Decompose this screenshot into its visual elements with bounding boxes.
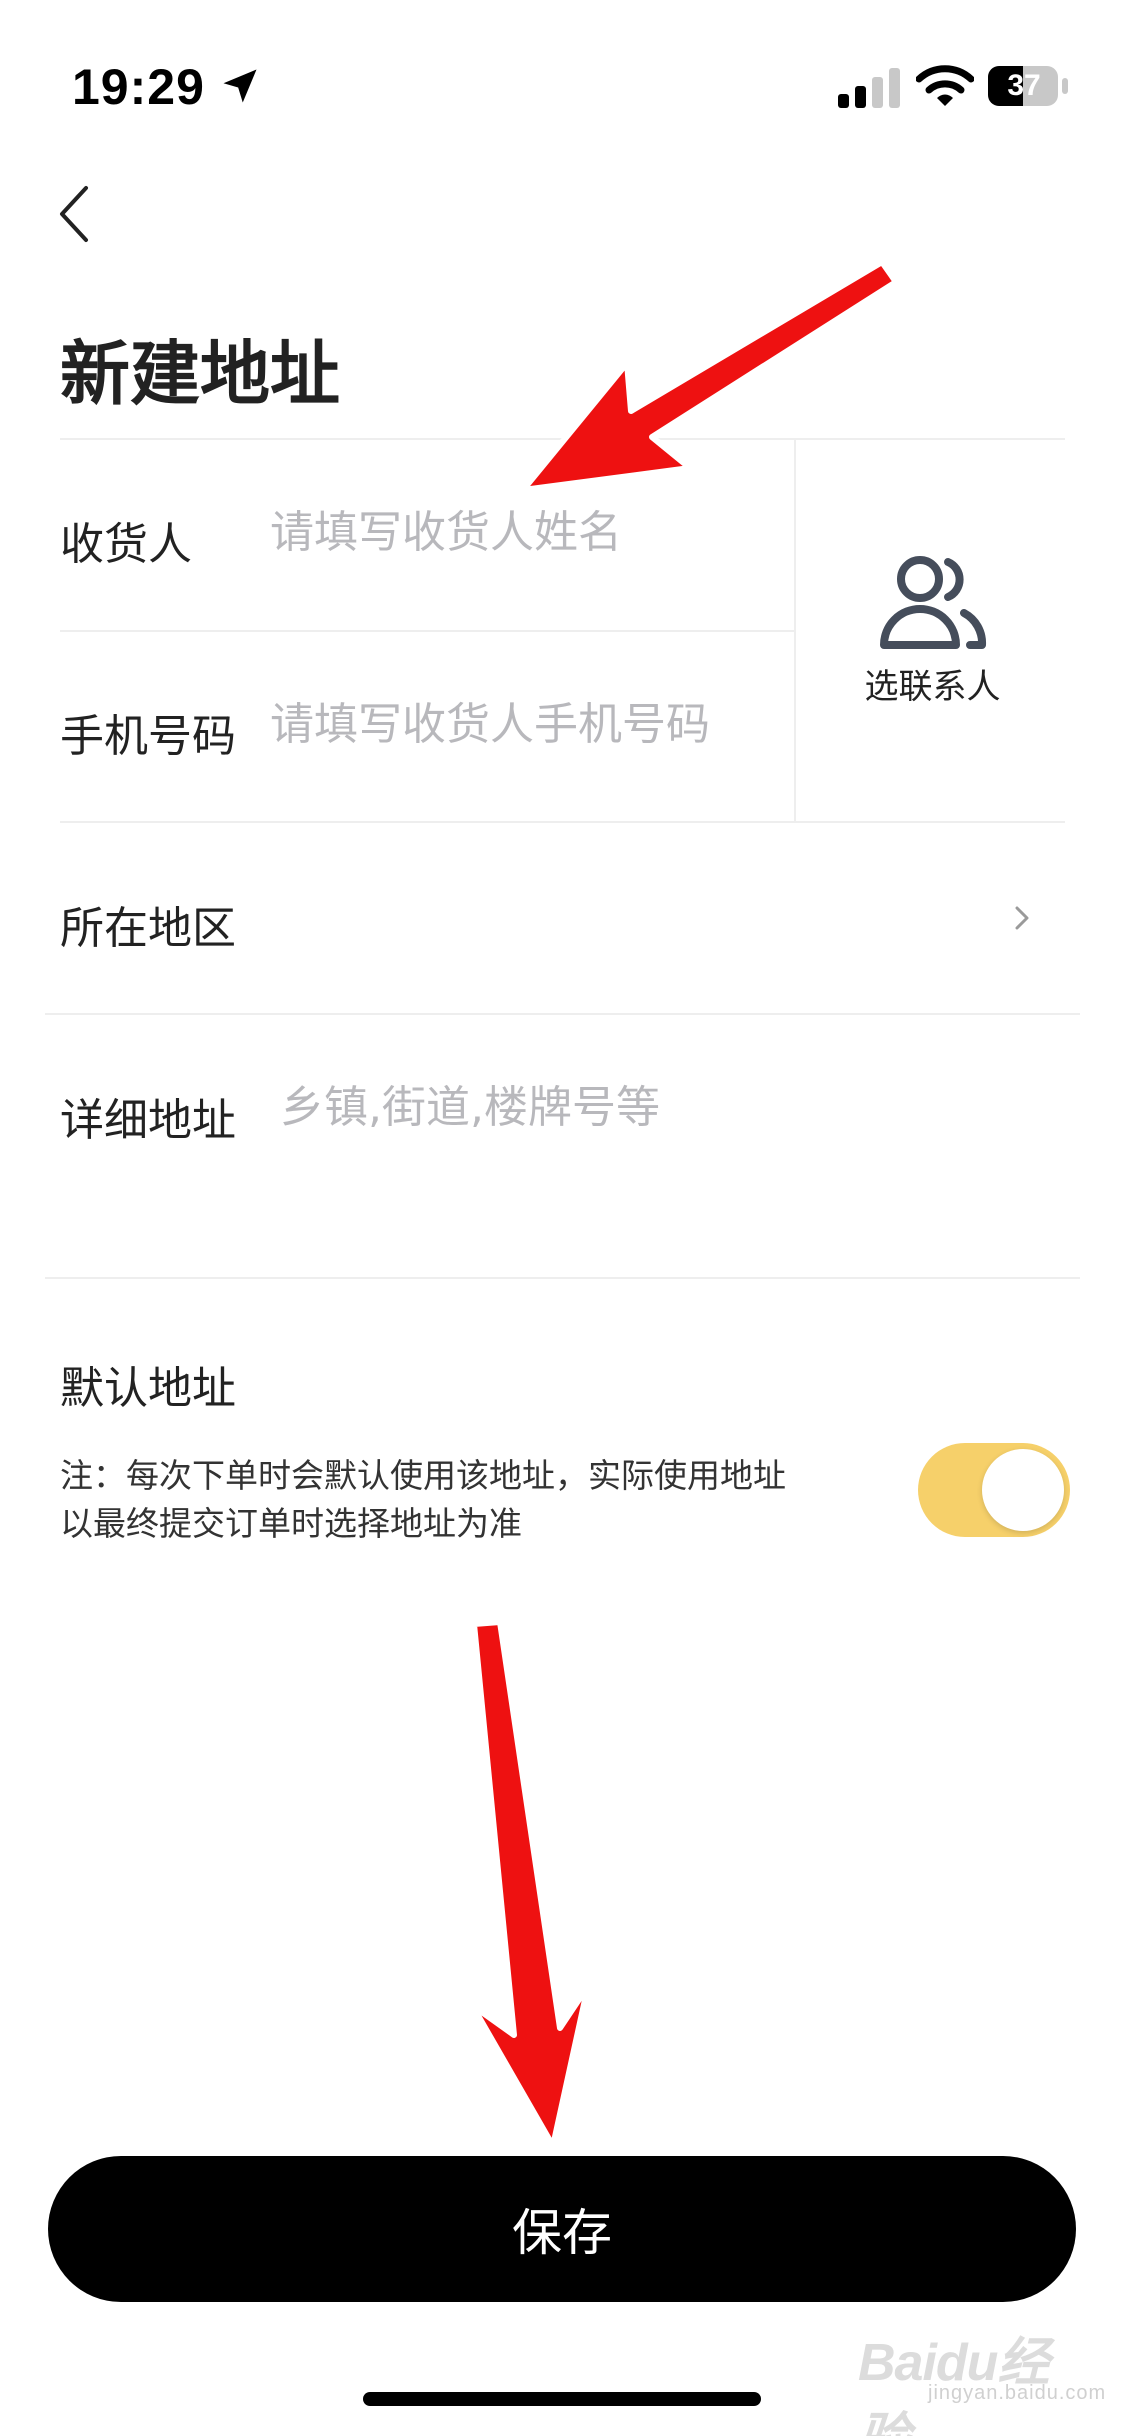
divider-vertical <box>794 438 796 821</box>
divider <box>45 1277 1080 1279</box>
chevron-right-icon <box>1015 906 1029 930</box>
default-address-title: 默认地址 <box>60 1363 236 1414</box>
battery-level: 37 <box>1007 69 1041 102</box>
baidu-watermark: Baidu经验 jingyan.baidu.com <box>858 2310 1105 2436</box>
home-indicator <box>363 2392 761 2406</box>
cellular-signal-icon <box>838 68 900 108</box>
consignee-input[interactable] <box>270 502 790 562</box>
contacts-icon <box>879 555 986 649</box>
status-bar: 19:29 37 <box>0 0 1125 150</box>
status-time: 19:29 <box>72 59 205 115</box>
watermark-url: jingyan.baidu.com <box>928 2382 1107 2404</box>
divider <box>60 630 795 632</box>
select-contact-label: 选联系人 <box>864 666 1001 707</box>
default-address-note: 注：每次下单时会默认使用该地址，实际使用地址以最终提交订单时选择地址为准 <box>60 1456 786 1543</box>
divider <box>45 1013 1080 1015</box>
divider <box>60 821 1065 823</box>
region-label: 所在地区 <box>60 903 236 954</box>
save-button[interactable]: 保存 <box>48 2156 1076 2302</box>
annotation-arrow-lower <box>469 1619 591 2149</box>
wifi-icon <box>916 65 974 106</box>
toggle-knob <box>982 1449 1064 1531</box>
back-chevron-icon[interactable] <box>52 182 96 246</box>
phone-input[interactable] <box>270 694 790 754</box>
region-selector[interactable] <box>270 860 1065 980</box>
watermark-logo: Baidu经验 <box>858 2334 1049 2436</box>
detail-address-input[interactable] <box>280 1080 1060 1230</box>
phone-label: 手机号码 <box>60 711 236 762</box>
location-arrow-icon <box>223 69 257 103</box>
default-address-toggle[interactable] <box>918 1443 1070 1537</box>
select-contact-button[interactable]: 选联系人 <box>800 440 1065 820</box>
page-title: 新建地址 <box>60 333 340 415</box>
detail-address-label: 详细地址 <box>60 1095 236 1146</box>
consignee-label: 收货人 <box>60 519 192 570</box>
